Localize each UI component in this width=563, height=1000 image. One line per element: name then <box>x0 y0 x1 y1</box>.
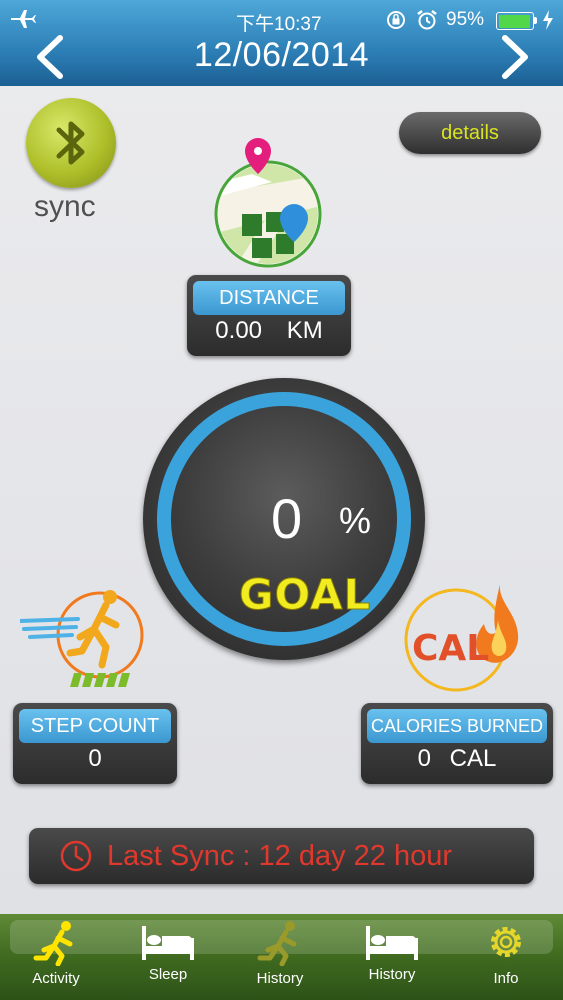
step-count-header: STEP COUNT <box>19 709 171 743</box>
tab-sleep-history[interactable]: History <box>336 914 448 1000</box>
runner-icon <box>257 921 297 966</box>
tab-activity-label: Activity <box>32 970 80 987</box>
goal-label: GOAL <box>238 570 372 620</box>
battery-tip <box>534 17 537 24</box>
status-bar: 下午10:37 95% <box>0 0 563 38</box>
runner-steps-icon <box>20 590 144 687</box>
tab-sleep-history-label: History <box>368 966 416 983</box>
step-count-card: STEP COUNT 0 <box>13 703 177 784</box>
details-button[interactable]: details <box>399 112 541 154</box>
goal-progress-ring: 0 % GOAL <box>143 378 425 660</box>
last-sync-text: Last Sync : 12 day 22 hour <box>107 840 452 872</box>
distance-value-row: 0.00 KM <box>187 317 351 345</box>
tab-activity-history-label: History <box>256 970 304 987</box>
calories-value: 0 <box>417 745 431 772</box>
goal-ring-track: 0 % GOAL <box>157 392 411 646</box>
bed-icon <box>142 926 194 960</box>
header-bar: 下午10:37 95% 12/06/2014 <box>0 0 563 86</box>
next-day-button[interactable] <box>495 34 535 80</box>
charging-icon <box>543 10 553 30</box>
tab-sleep-label: Sleep <box>148 966 188 983</box>
battery-icon <box>496 12 534 30</box>
distance-unit: KM <box>286 317 323 344</box>
goal-percent-sign: % <box>339 500 372 541</box>
tab-bar: Activity Sleep History History Info <box>0 914 563 1000</box>
sync-label: sync <box>34 190 96 223</box>
battery-percent: 95% <box>446 9 485 30</box>
last-sync-bar: Last Sync : 12 day 22 hour <box>29 828 534 884</box>
tab-info-label: Info <box>493 970 519 987</box>
alarm-icon <box>417 10 437 30</box>
tab-info[interactable]: Info <box>450 914 562 1000</box>
calories-card: CALORIES BURNED 0 CAL <box>361 703 553 784</box>
map-pin-icon <box>214 138 322 268</box>
runner-icon <box>33 921 73 966</box>
tab-activity[interactable]: Activity <box>0 914 112 1000</box>
sync-button[interactable]: sync <box>26 98 118 226</box>
rotation-lock-icon <box>387 11 405 29</box>
calorie-badge-text: CAL <box>412 628 489 669</box>
bluetooth-glyph <box>56 121 85 165</box>
distance-card: DISTANCE 0.00 KM <box>187 275 351 356</box>
status-time: 下午10:37 <box>236 14 322 35</box>
distance-value: 0.00 <box>215 317 263 344</box>
tab-sleep[interactable]: Sleep <box>112 914 224 1000</box>
calorie-flame-icon: CAL <box>404 584 519 692</box>
battery-level <box>498 14 530 28</box>
distance-header: DISTANCE <box>193 281 345 315</box>
bed-icon <box>366 926 418 960</box>
gear-icon <box>491 927 521 957</box>
clock-icon <box>60 840 92 872</box>
step-count-value: 0 <box>88 745 102 772</box>
calories-unit: CAL <box>449 745 497 772</box>
calories-header: CALORIES BURNED <box>367 709 547 743</box>
date-title: 12/06/2014 <box>193 36 370 74</box>
calories-value-row: 0 CAL <box>361 745 553 773</box>
airplane-mode-icon <box>11 10 36 28</box>
goal-percent-value: 0 <box>271 487 303 550</box>
bluetooth-icon <box>26 98 116 188</box>
tab-activity-history[interactable]: History <box>224 914 336 1000</box>
goal-ring-center: 0 % GOAL <box>171 406 397 632</box>
